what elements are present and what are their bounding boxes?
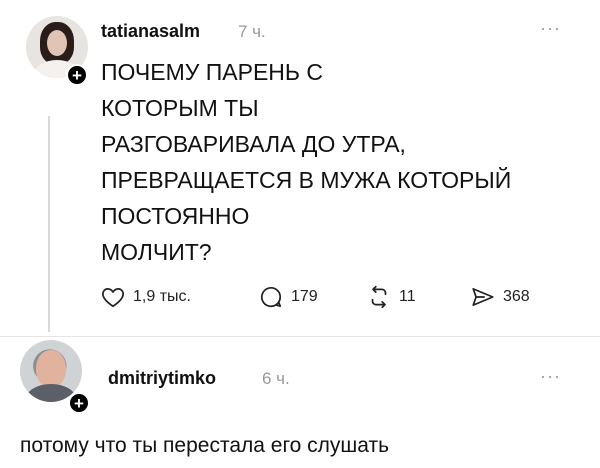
heart-icon (102, 288, 124, 308)
post-text-line: МОЛЧИТ? (101, 239, 212, 265)
post-text-line: КОТОРЫМ ТЫ (101, 95, 259, 121)
share-button[interactable]: 368 (470, 284, 530, 310)
repost-icon (371, 285, 387, 309)
like-button[interactable]: 1,9 тыс. (100, 284, 191, 310)
share-count: 368 (503, 288, 530, 305)
post-text-line: ПОСТОЯННО (101, 203, 250, 229)
follow-plus-icon[interactable]: + (66, 64, 88, 86)
comment-icon (260, 287, 282, 308)
post-text: ПОЧЕМУ ПАРЕНЬ С КОТОРЫМ ТЫ РАЗГОВАРИВАЛА… (101, 54, 561, 270)
reply-button[interactable]: 179 (258, 284, 318, 310)
post-text-line: ПРЕВРАЩАЕТСЯ В МУЖА КОТОРЫЙ (101, 167, 512, 193)
reply-count: 179 (291, 288, 318, 305)
avatar-face (47, 30, 67, 56)
repost-button[interactable]: 11 (366, 284, 416, 310)
like-count: 1,9 тыс. (133, 288, 191, 305)
reply-timestamp: 6 ч. (262, 369, 290, 388)
post-timestamp: 7 ч. (238, 22, 266, 41)
post-actions: 1,9 тыс. 179 11 368 (100, 284, 560, 314)
reply-text: потому что ты перестала его слушать (20, 434, 390, 457)
post-text-line: РАЗГОВАРИВАЛА ДО УТРА, (101, 131, 406, 157)
repost-count: 11 (399, 288, 416, 305)
reply-username[interactable]: dmitriytimko (108, 368, 216, 389)
post-username[interactable]: tatianasalm (101, 21, 200, 42)
follow-plus-icon[interactable]: + (68, 392, 90, 414)
more-options-icon[interactable]: ··· (540, 366, 561, 387)
thread-line (48, 116, 50, 332)
more-options-icon[interactable]: ··· (540, 18, 561, 39)
post-text-line: ПОЧЕМУ ПАРЕНЬ С (101, 59, 324, 85)
divider (0, 336, 600, 337)
avatar-head (36, 350, 66, 388)
send-icon (472, 288, 494, 306)
